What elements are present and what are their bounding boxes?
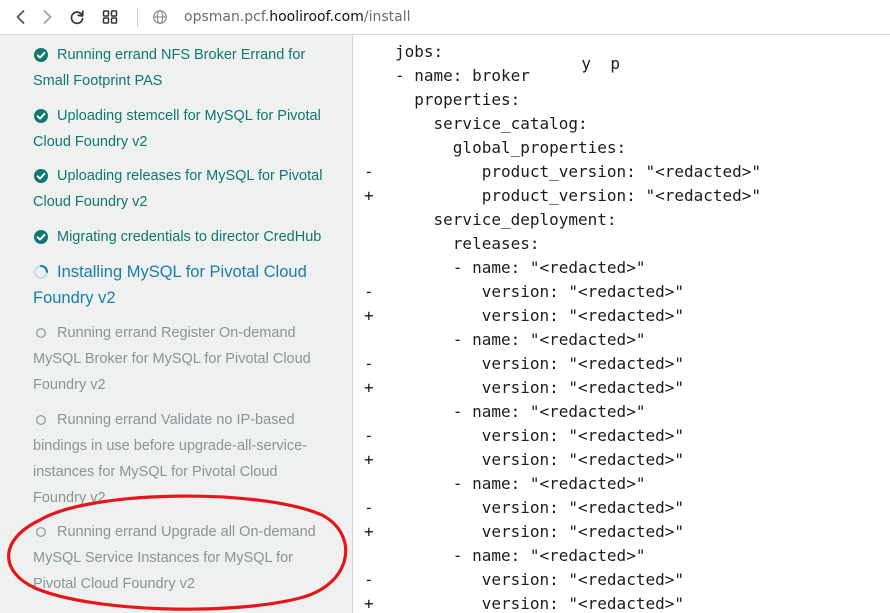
step-item: Uploading releases for MySQL for Pivotal… bbox=[33, 163, 333, 215]
diff-marker: - bbox=[364, 426, 374, 445]
code-text: service_catalog: bbox=[395, 114, 588, 133]
url-host: hooliroof.com bbox=[269, 9, 364, 25]
step-item: Migrating credentials to director CredHu… bbox=[33, 224, 333, 250]
step-item: Running errand NFS Broker Errand for Sma… bbox=[33, 42, 333, 94]
code-line: service_catalog: bbox=[354, 112, 890, 136]
code-line: - name: "<redacted>" bbox=[354, 472, 890, 496]
manifest-diff-pane: y p jobs: - name: broker properties: serv… bbox=[354, 35, 890, 613]
step-label: Running errand Validate no IP-based bind… bbox=[33, 412, 308, 506]
globe-icon bbox=[153, 10, 167, 24]
diff-added-line: + version: "<redacted>" bbox=[354, 448, 890, 472]
check-circle-icon bbox=[34, 230, 48, 244]
empty-circle-icon bbox=[36, 415, 46, 425]
spinner-icon bbox=[34, 265, 48, 279]
step-label: Running errand NFS Broker Errand for Sma… bbox=[33, 47, 306, 89]
diff-removed-line: - version: "<redacted>" bbox=[354, 568, 890, 592]
diff-marker: + bbox=[364, 522, 374, 541]
code-text: - name: "<redacted>" bbox=[395, 402, 646, 421]
code-text: version: "<redacted>" bbox=[395, 306, 684, 325]
diff-added-line: + product_version: "<redacted>" bbox=[354, 184, 890, 208]
install-steps-sidebar: Running errand NFS Broker Errand for Sma… bbox=[0, 35, 353, 613]
code-text: version: "<redacted>" bbox=[395, 354, 684, 373]
code-text: releases: bbox=[395, 234, 540, 253]
step-item-active: Installing MySQL for Pivotal Cloud Found… bbox=[33, 259, 333, 311]
diff-added-line: + version: "<redacted>" bbox=[354, 520, 890, 544]
code-line: - name: "<redacted>" bbox=[354, 328, 890, 352]
diff-marker: + bbox=[364, 186, 374, 205]
code-text: version: "<redacted>" bbox=[395, 378, 684, 397]
code-text: - name: "<redacted>" bbox=[395, 546, 646, 565]
code-text: version: "<redacted>" bbox=[395, 498, 684, 517]
diff-added-line: + version: "<redacted>" bbox=[354, 376, 890, 400]
step-item: Running errand Validate no IP-based bind… bbox=[33, 407, 333, 511]
code-text: - name: broker bbox=[395, 66, 530, 85]
diff-added-line: + version: "<redacted>" bbox=[354, 592, 890, 613]
code-text: version: "<redacted>" bbox=[395, 570, 684, 589]
code-text: properties: bbox=[395, 90, 521, 109]
code-text: version: "<redacted>" bbox=[395, 594, 684, 613]
check-circle-icon bbox=[34, 48, 48, 62]
empty-circle-icon bbox=[36, 527, 46, 537]
code-text: version: "<redacted>" bbox=[395, 282, 684, 301]
back-icon[interactable] bbox=[12, 8, 30, 26]
diff-removed-line: - version: "<redacted>" bbox=[354, 496, 890, 520]
code-text: service_deployment: bbox=[395, 210, 617, 229]
code-text: product_version: "<redacted>" bbox=[395, 162, 762, 181]
diff-removed-line: - product_version: "<redacted>" bbox=[354, 160, 890, 184]
address-bar[interactable]: opsman.pcf.hooliroof.com/install bbox=[184, 9, 410, 25]
code-line: properties: bbox=[354, 88, 890, 112]
code-text: version: "<redacted>" bbox=[395, 522, 684, 541]
url-prefix: opsman.pcf. bbox=[184, 9, 270, 25]
code-text: version: "<redacted>" bbox=[395, 426, 684, 445]
toolbar-divider bbox=[137, 8, 138, 27]
code-line: releases: bbox=[354, 232, 890, 256]
code-text: - name: "<redacted>" bbox=[395, 474, 646, 493]
code-text: - name: "<redacted>" bbox=[395, 330, 646, 349]
reload-icon[interactable] bbox=[68, 8, 86, 26]
diff-removed-line: - version: "<redacted>" bbox=[354, 280, 890, 304]
code-line: jobs: bbox=[354, 40, 890, 64]
diff-marker: + bbox=[364, 450, 374, 469]
code-text: jobs: bbox=[395, 42, 444, 61]
diff-removed-line: - version: "<redacted>" bbox=[354, 352, 890, 376]
code-line: - name: "<redacted>" bbox=[354, 400, 890, 424]
code-text: product_version: "<redacted>" bbox=[395, 186, 762, 205]
empty-circle-icon bbox=[36, 328, 46, 338]
step-label: Installing MySQL for Pivotal Cloud Found… bbox=[33, 263, 307, 307]
code-line: - name: broker bbox=[354, 64, 890, 88]
check-circle-icon bbox=[34, 109, 48, 123]
code-line: - name: "<redacted>" bbox=[354, 256, 890, 280]
step-label: Migrating credentials to director CredHu… bbox=[57, 229, 322, 245]
step-item: Uploading stemcell for MySQL for Pivotal… bbox=[33, 103, 333, 155]
step-item: Running errand Upgrade all On-demand MyS… bbox=[33, 519, 333, 597]
diff-removed-line: - version: "<redacted>" bbox=[354, 424, 890, 448]
tabs-grid-icon[interactable] bbox=[101, 8, 119, 26]
diff-marker: + bbox=[364, 306, 374, 325]
code-line: - name: "<redacted>" bbox=[354, 544, 890, 568]
code-text: version: "<redacted>" bbox=[395, 450, 684, 469]
code-text: global_properties: bbox=[395, 138, 627, 157]
diff-marker: + bbox=[364, 594, 374, 613]
code-line: global_properties: bbox=[354, 136, 890, 160]
code-text: - name: "<redacted>" bbox=[395, 258, 646, 277]
step-item: Running errand Register On-demand MySQL … bbox=[33, 320, 333, 398]
diff-marker: - bbox=[364, 354, 374, 373]
diff-marker: + bbox=[364, 378, 374, 397]
browser-toolbar: opsman.pcf.hooliroof.com/install bbox=[0, 0, 890, 35]
step-label: Uploading stemcell for MySQL for Pivotal… bbox=[33, 108, 321, 150]
diff-marker: - bbox=[364, 498, 374, 517]
diff-added-line: + version: "<redacted>" bbox=[354, 304, 890, 328]
forward-icon[interactable] bbox=[38, 8, 56, 26]
check-circle-icon bbox=[34, 169, 48, 183]
code-line: service_deployment: bbox=[354, 208, 890, 232]
diff-marker: - bbox=[364, 162, 374, 181]
step-label: Uploading releases for MySQL for Pivotal… bbox=[33, 168, 323, 210]
diff-marker: - bbox=[364, 282, 374, 301]
url-path: /install bbox=[363, 9, 411, 25]
diff-marker: - bbox=[364, 570, 374, 589]
step-label: Running errand Register On-demand MySQL … bbox=[33, 325, 311, 393]
step-label: Running errand Upgrade all On-demand MyS… bbox=[33, 524, 316, 592]
